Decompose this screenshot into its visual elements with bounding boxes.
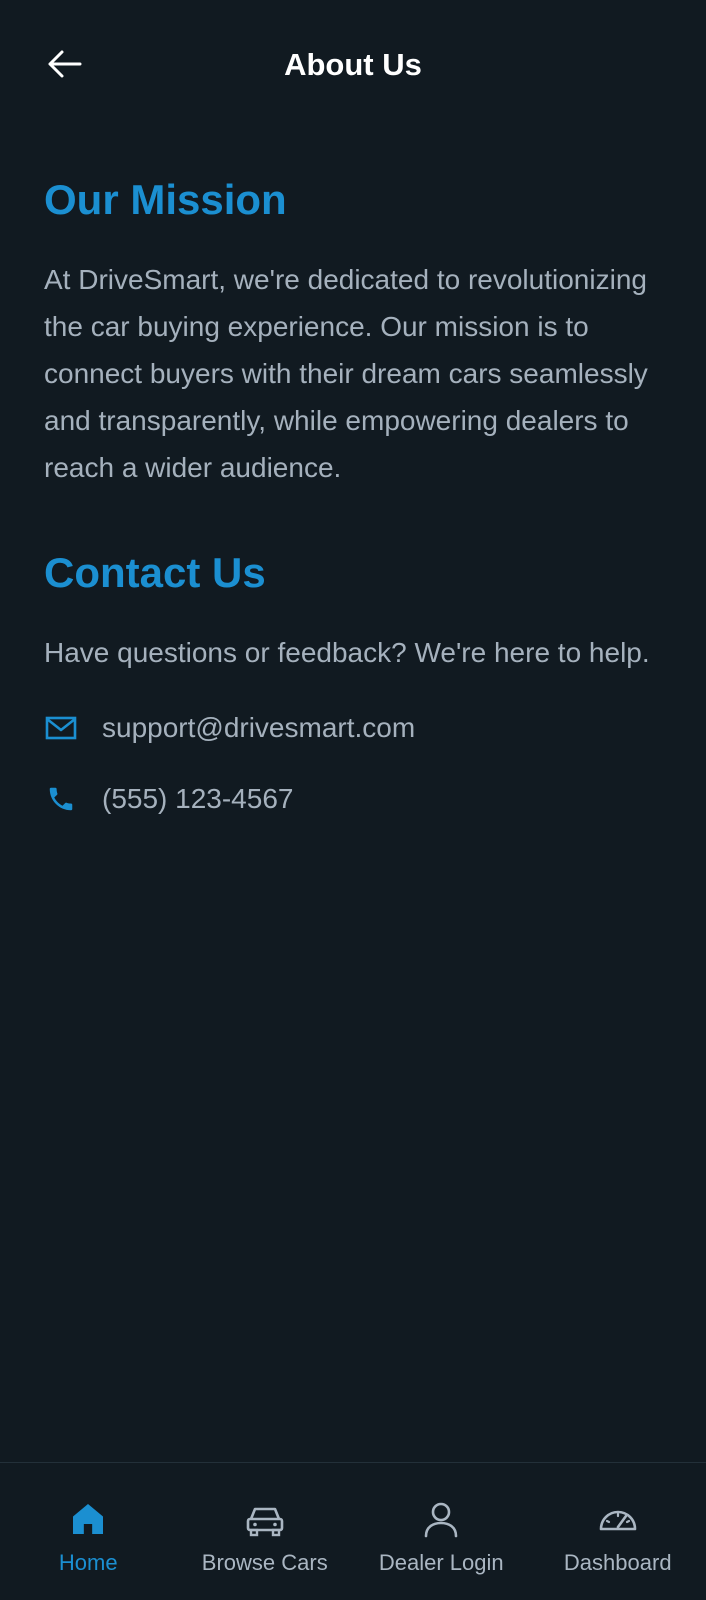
contact-heading: Contact Us xyxy=(44,549,266,596)
top-app-bar: About Us xyxy=(0,0,706,130)
page-title: About Us xyxy=(284,47,422,82)
nav-label-browse-cars: Browse Cars xyxy=(201,1550,328,1575)
nav-item-home[interactable]: Home xyxy=(0,1463,177,1600)
about-us-screen: About Us Our Mission At DriveSmart, we'r… xyxy=(0,0,706,1600)
mission-heading: Our Mission xyxy=(44,176,287,223)
email-link[interactable]: support@drivesmart.com xyxy=(44,708,664,748)
phone-value: (555) 123-4567 xyxy=(102,783,294,814)
mission-text: At DriveSmart, we're dedicated to revolu… xyxy=(44,264,648,483)
main-content: Our Mission At DriveSmart, we're dedicat… xyxy=(44,172,664,819)
nav-label-dashboard: Dashboard xyxy=(563,1550,672,1575)
nav-label-home: Home xyxy=(58,1550,118,1575)
nav-item-dealer-login[interactable]: Dealer Login xyxy=(353,1463,530,1600)
phone-link[interactable]: (555) 123-4567 xyxy=(44,779,664,819)
nav-label-dealer-login: Dealer Login xyxy=(378,1550,504,1575)
email-value: support@drivesmart.com xyxy=(102,712,416,743)
user-icon xyxy=(419,1497,463,1541)
mail-icon xyxy=(44,711,78,745)
contact-text: Have questions or feedback? We're here t… xyxy=(44,637,650,668)
bottom-navigation: Home Browse Cars Dealer Login Dashboard xyxy=(0,1462,706,1600)
car-icon xyxy=(243,1497,287,1541)
phone-icon xyxy=(44,782,78,816)
nav-item-browse-cars[interactable]: Browse Cars xyxy=(177,1463,354,1600)
nav-item-dashboard[interactable]: Dashboard xyxy=(530,1463,706,1600)
home-icon xyxy=(66,1497,110,1541)
speedometer-icon xyxy=(596,1497,640,1541)
